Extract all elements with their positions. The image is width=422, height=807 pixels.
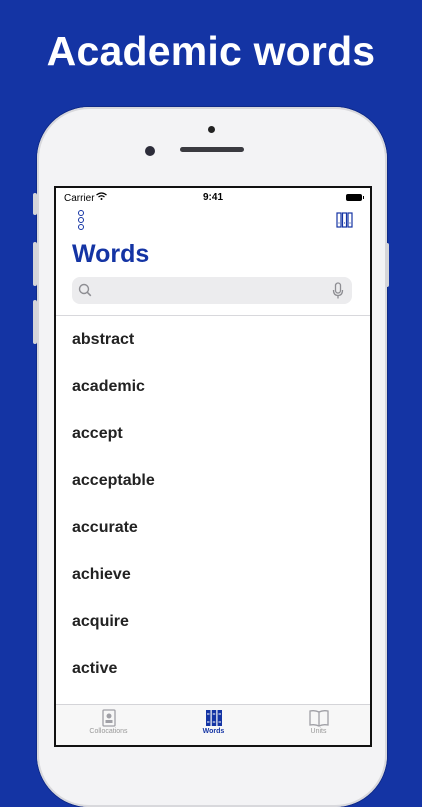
library-icon[interactable] xyxy=(336,212,354,228)
tab-label: Words xyxy=(202,728,225,735)
list-item[interactable]: abstract xyxy=(56,316,370,363)
list-item[interactable]: academic xyxy=(56,363,370,410)
status-bar: Carrier 9:41 xyxy=(56,188,370,208)
word-list: abstract academic accept acceptable accu… xyxy=(56,316,370,692)
words-icon xyxy=(205,710,222,726)
search-input[interactable] xyxy=(98,283,322,299)
status-time: 9:41 xyxy=(202,192,223,203)
power-button xyxy=(385,243,389,287)
battery-icon xyxy=(346,194,364,201)
microphone-icon[interactable] xyxy=(332,282,344,300)
headline: Academic words xyxy=(46,28,376,74)
units-book-icon xyxy=(308,710,329,727)
list-item[interactable]: achieve xyxy=(56,551,370,598)
front-sensor xyxy=(208,126,215,133)
volume-button xyxy=(33,242,37,286)
tab-bar: Collocations Words Units xyxy=(56,704,370,745)
list-item[interactable]: acceptable xyxy=(56,457,370,504)
list-item[interactable]: accurate xyxy=(56,504,370,551)
list-item[interactable]: accept xyxy=(56,410,370,457)
volume-button xyxy=(33,193,37,215)
list-item[interactable]: active xyxy=(56,645,370,692)
tab-label: Collocations xyxy=(89,728,128,735)
tab-collocations[interactable]: Collocations xyxy=(56,705,161,745)
front-camera xyxy=(145,146,155,156)
volume-button xyxy=(33,300,37,344)
menu-dots-icon[interactable] xyxy=(78,210,86,230)
earpiece-speaker xyxy=(180,147,244,152)
page-title: Words xyxy=(72,240,150,268)
tab-words[interactable]: Words xyxy=(161,705,266,745)
app-screen: Carrier 9:41 Words abstract academic acc… xyxy=(54,186,372,747)
tab-label: Units xyxy=(310,728,327,735)
search-bar[interactable] xyxy=(72,277,352,304)
search-icon xyxy=(78,283,92,297)
collocations-icon xyxy=(101,709,116,727)
tab-units[interactable]: Units xyxy=(266,705,370,745)
list-item[interactable]: acquire xyxy=(56,598,370,645)
